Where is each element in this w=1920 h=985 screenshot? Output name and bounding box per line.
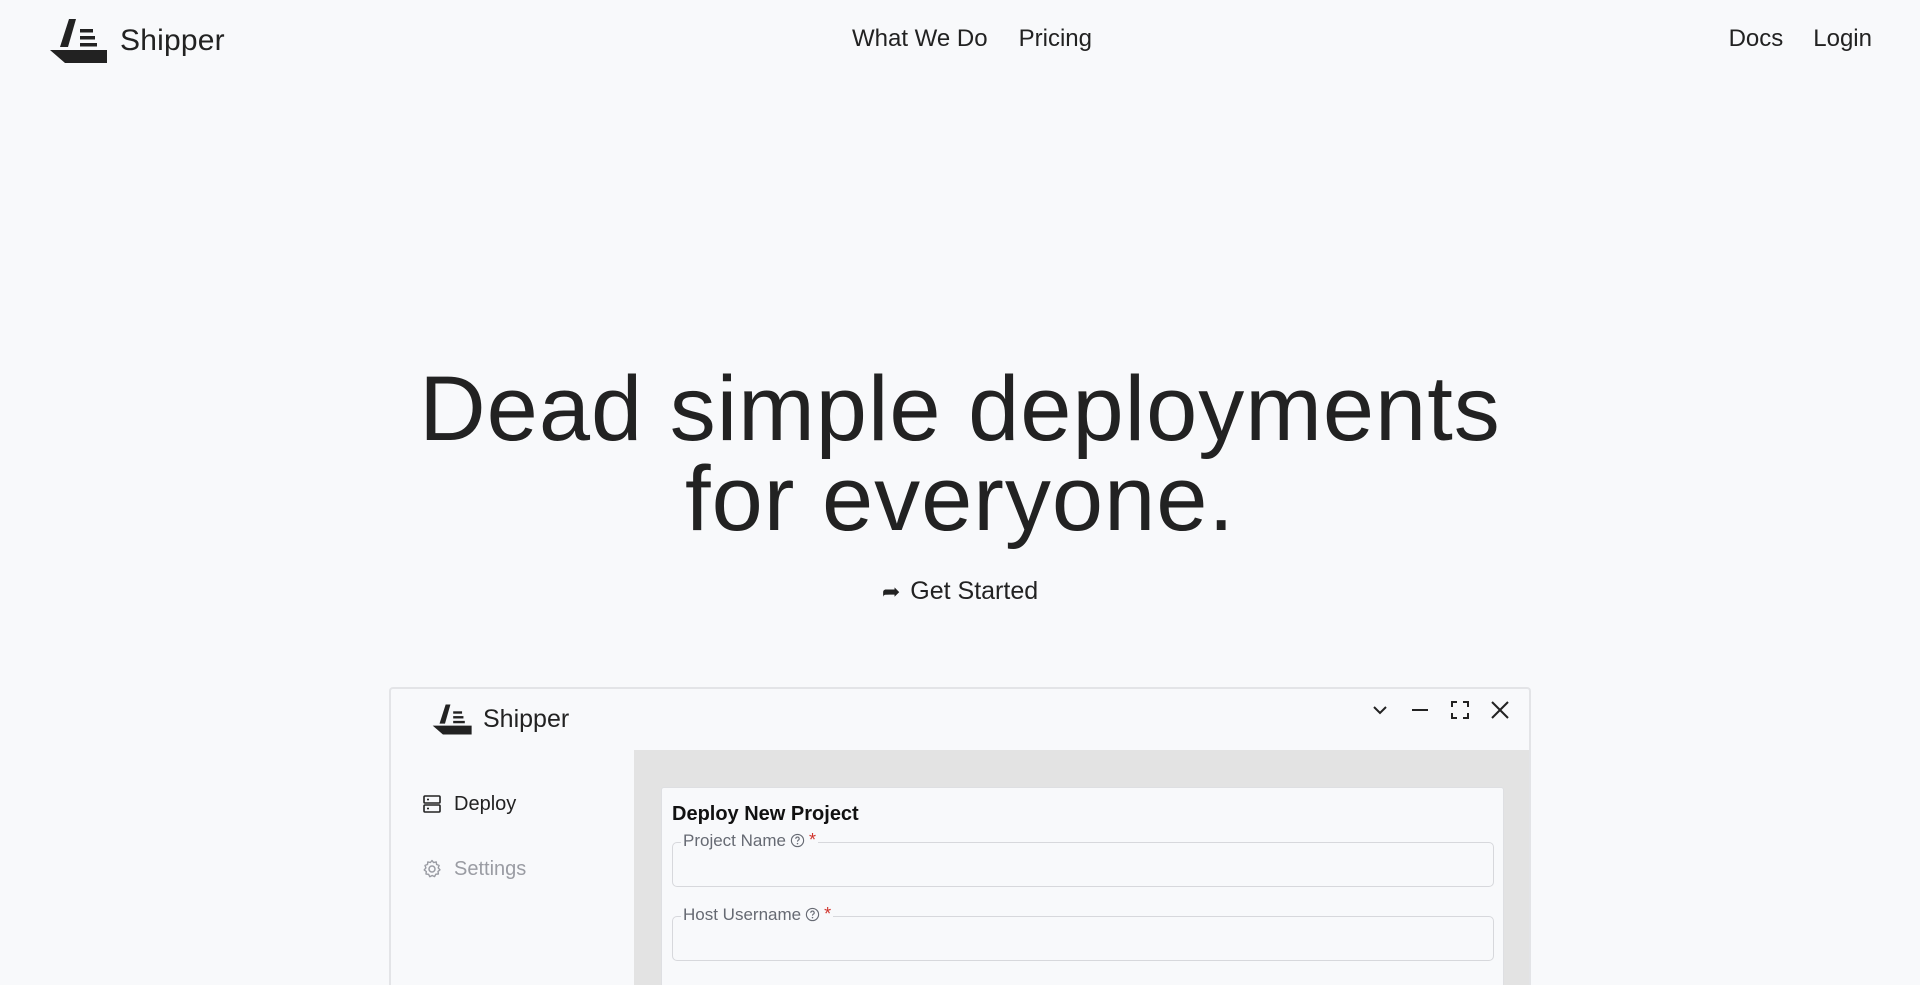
nav-link-what-we-do[interactable]: What We Do xyxy=(852,25,988,53)
hero-title-line-2: for everyone. xyxy=(685,448,1235,550)
nav-link-pricing[interactable]: Pricing xyxy=(1019,25,1092,53)
get-started-label: Get Started xyxy=(910,577,1039,605)
sidebar-item-label: Deploy xyxy=(454,792,517,815)
ship-logo-icon xyxy=(432,704,472,735)
host-username-field: Host Username * xyxy=(672,904,1494,961)
brand-link[interactable]: Shipper xyxy=(49,17,225,65)
sidebar-item-deploy[interactable]: Deploy xyxy=(422,789,612,819)
close-button[interactable] xyxy=(1489,699,1511,721)
deploy-project-card: Deploy New Project Project Name * Host U… xyxy=(661,787,1504,985)
app-sidebar: Deploy Settings xyxy=(422,789,612,884)
window-brand-name: Shipper xyxy=(483,705,570,733)
form-title: Deploy New Project xyxy=(672,803,859,825)
hero-title-line-1: Dead simple deployments xyxy=(419,358,1501,460)
share-arrow-icon: ➦ xyxy=(881,578,901,604)
sidebar-item-label: Settings xyxy=(454,857,527,880)
nav-link-docs[interactable]: Docs xyxy=(1729,25,1784,53)
top-navbar: Shipper What We Do Pricing Docs Login xyxy=(0,0,1920,84)
close-icon xyxy=(1491,701,1509,719)
project-name-field: Project Name * xyxy=(672,830,1494,887)
brand-name: Shipper xyxy=(120,24,225,57)
hero-title: Dead simple deployments for everyone. xyxy=(0,363,1920,545)
cta-row: ➦ Get Started xyxy=(0,577,1920,606)
project-name-input[interactable] xyxy=(673,843,1493,886)
server-icon xyxy=(423,795,441,813)
sidebar-item-settings[interactable]: Settings xyxy=(422,854,612,884)
collapse-button[interactable] xyxy=(1369,699,1391,721)
window-controls xyxy=(1369,699,1511,721)
minimize-icon xyxy=(1412,709,1428,711)
window-brand: Shipper xyxy=(432,703,569,736)
app-window-preview: Shipper Deploy Settings Deploy New Proje… xyxy=(389,687,1531,985)
ship-logo-icon xyxy=(50,19,107,63)
maximize-button[interactable] xyxy=(1449,699,1471,721)
main-panel: Deploy New Project Project Name * Host U… xyxy=(634,750,1529,985)
nav-link-login[interactable]: Login xyxy=(1813,25,1872,53)
host-username-input[interactable] xyxy=(673,917,1493,960)
minimize-button[interactable] xyxy=(1409,699,1431,721)
get-started-link[interactable]: ➦ Get Started xyxy=(882,577,1038,606)
maximize-icon xyxy=(1451,701,1469,719)
chevron-down-icon xyxy=(1373,706,1387,715)
account-nav: Docs Login xyxy=(1729,25,1872,53)
primary-nav: What We Do Pricing xyxy=(852,25,1092,53)
gear-icon xyxy=(423,859,441,878)
